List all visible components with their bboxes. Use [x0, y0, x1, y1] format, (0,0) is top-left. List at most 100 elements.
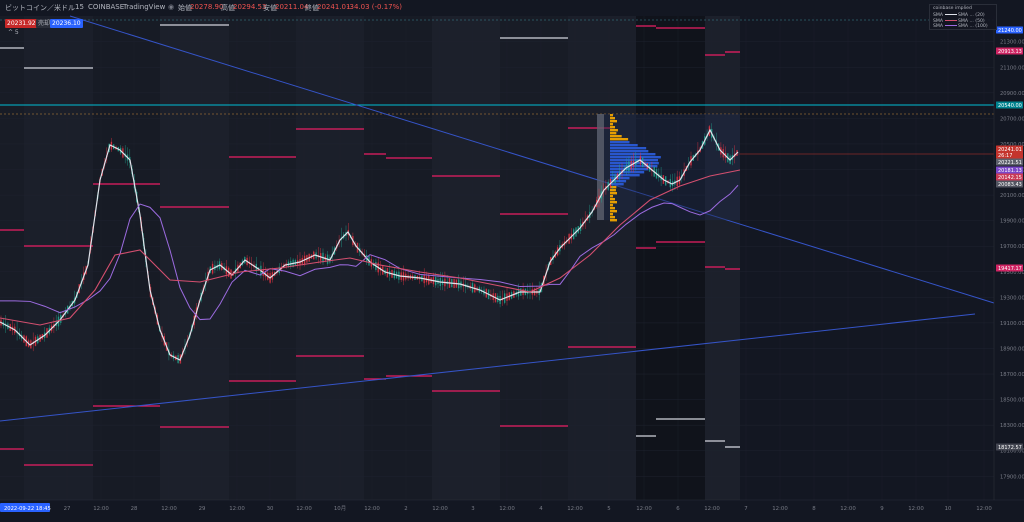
time-tick-label: 12:00 [840, 506, 856, 512]
vp-bar-9 [610, 141, 630, 144]
price-chart[interactable]: 21300.0021100.0020900.0020700.0020500.00… [0, 0, 1024, 522]
time-tick-label: 12:00 [93, 506, 109, 512]
time-tick-label: 10 [945, 506, 952, 512]
session-band-1 [24, 16, 93, 500]
legend-title: coinbase implied [933, 6, 972, 11]
symbol-name[interactable]: ビットコイン／米ドル [5, 3, 75, 13]
sell-price-button[interactable]: 20231.92 [5, 19, 38, 28]
indicator-toggle[interactable]: ^ 5 [8, 29, 28, 39]
time-tick-label: 2 [404, 506, 407, 512]
time-tick-label: 12:00 [976, 506, 992, 512]
time-tick-label: 12:00 [364, 506, 380, 512]
chart-header: ビットコイン／米ドル 15 COINBASE TradingView ◉ 始値 … [0, 0, 1024, 16]
session-band-2 [93, 16, 160, 500]
brand-label: TradingView [123, 3, 166, 11]
cursor-date-text: 2022-09-22 18:45 [4, 506, 51, 512]
vp-bar-31 [610, 207, 615, 210]
price-tick-label: 18300.00 [1000, 423, 1024, 429]
exchange-label: COINBASE [88, 3, 125, 11]
eye-icon[interactable]: ◉ [168, 3, 174, 11]
vp-bar-14 [610, 156, 661, 159]
vp-bar-4 [610, 126, 615, 129]
open-value: 20278.90 [190, 3, 224, 11]
vp-bar-2 [610, 120, 617, 123]
price-tick-label: 19700.00 [1000, 244, 1024, 250]
price-tick-label: 20100.00 [1000, 193, 1024, 199]
indicator-legend[interactable]: coinbase implied SMA SMA ... (20) SMA SM… [929, 4, 997, 30]
chart-app[interactable]: 21300.00 21100.00 20900.00 20700.00 20500.00… [0, 0, 1024, 522]
vp-bar-30 [610, 204, 613, 207]
time-tick-label: 12:00 [499, 506, 515, 512]
vp-bar-1 [610, 117, 615, 120]
close-value: 20241.01 [317, 3, 351, 11]
low-value: 20211.04 [275, 3, 309, 11]
time-tick-label: 12:00 [229, 506, 245, 512]
legend-swatch-3 [944, 25, 957, 26]
high-value: 20294.53 [233, 3, 267, 11]
session-band-10 [636, 16, 705, 500]
vp-bar-23 [610, 183, 624, 186]
time-tick-label: 27 [64, 506, 71, 512]
vp-bar-10 [610, 144, 638, 147]
time-tick-label: 12:00 [567, 506, 583, 512]
price-label-text: 18172.57 [998, 445, 1022, 451]
vp-bar-6 [610, 132, 617, 135]
time-tick-label: 28 [131, 506, 138, 512]
vp-bar-0 [610, 114, 613, 117]
vp-bar-11 [610, 147, 647, 150]
session-band-4 [229, 16, 296, 500]
time-tick-label: 5 [607, 506, 610, 512]
vp-bar-3 [610, 123, 613, 126]
legend-swatch-2 [944, 20, 957, 21]
price-label-text: 19417.17 [998, 266, 1022, 272]
price-tick-label: 18500.00 [1000, 398, 1024, 404]
buy-price-button[interactable]: 20236.10 [50, 19, 83, 28]
vp-range-bar [597, 114, 604, 220]
time-tick-label: 12:00 [772, 506, 788, 512]
session-band-8 [500, 16, 568, 500]
time-tick-label: 7 [744, 506, 747, 512]
time-tick-label: 3 [471, 506, 474, 512]
interval-label[interactable]: 15 [75, 3, 84, 11]
price-label-text: 20221.51 [998, 160, 1022, 166]
time-tick-label: 4 [539, 506, 543, 512]
price-label-text: 20142.15 [998, 175, 1022, 181]
legend-row-1[interactable]: SMA SMA ... (20) [933, 13, 985, 18]
legend-swatch-1 [944, 14, 957, 15]
price-tick-label: 20700.00 [1000, 116, 1024, 122]
price-label-text: 26:17 [998, 153, 1012, 159]
time-tick-label: 12:00 [161, 506, 177, 512]
price-label-text: 21240.00 [998, 28, 1022, 34]
vp-bar-28 [610, 198, 615, 201]
time-tick-label: 12:00 [432, 506, 448, 512]
time-tick-label: 12:00 [908, 506, 924, 512]
vp-bar-5 [610, 129, 618, 132]
time-tick-label: 8 [812, 506, 816, 512]
vp-bar-34 [610, 216, 615, 219]
price-label-text: 20540.00 [998, 103, 1022, 109]
price-label-text: 20083.43 [998, 182, 1022, 188]
session-band-6 [364, 16, 432, 500]
vp-bar-32 [610, 210, 617, 213]
price-tick-label: 19300.00 [1000, 295, 1024, 301]
legend-tag-1: SMA [933, 13, 944, 18]
session-band-11 [705, 16, 740, 500]
time-tick-label: 30 [267, 506, 274, 512]
price-tick-label: 18700.00 [1000, 372, 1024, 378]
future-area [740, 16, 994, 500]
vp-bar-13 [610, 153, 656, 156]
legend-tag-3: SMA [933, 24, 944, 29]
legend-row-3[interactable]: SMA SMA ... (100) [933, 24, 988, 29]
vp-bar-35 [610, 219, 617, 222]
vp-bar-29 [610, 201, 617, 204]
time-tick-label: 12:00 [704, 506, 720, 512]
price-tick-label: 18900.00 [1000, 346, 1024, 352]
vp-bar-7 [610, 135, 622, 138]
vp-bar-12 [610, 150, 649, 153]
price-tick-label: 20900.00 [1000, 91, 1024, 97]
time-tick-label: 12:00 [636, 506, 652, 512]
vp-bar-8 [610, 138, 629, 141]
vp-bar-33 [610, 213, 613, 216]
session-band-9 [568, 16, 636, 500]
time-tick-label: 29 [199, 506, 206, 512]
